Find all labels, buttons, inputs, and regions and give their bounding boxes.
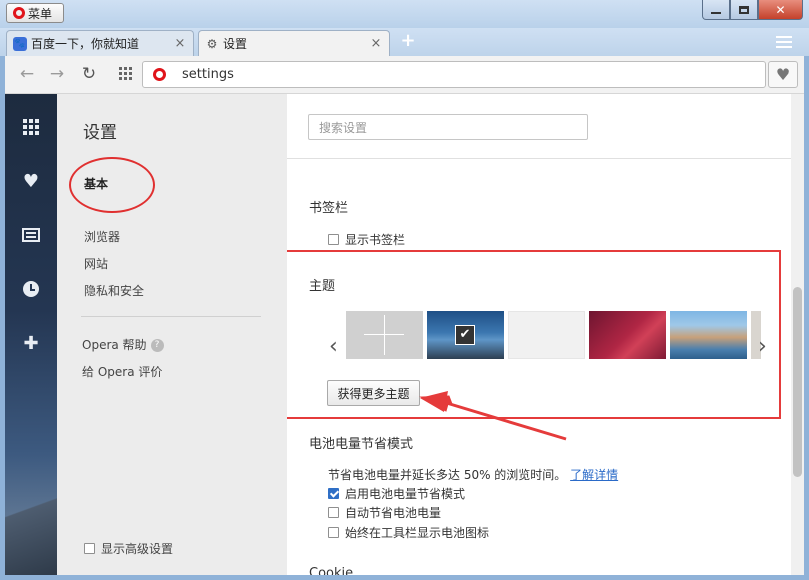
settings-content: 搜索设置 书签栏 显示书签栏 主题 ‹ ✔ › 获得更多主题 电池电量节省模式 … bbox=[287, 94, 791, 575]
theme-thumbnail[interactable] bbox=[670, 311, 747, 359]
bookmark-heart-icon[interactable]: ♥ bbox=[768, 61, 798, 88]
window-frame-bottom bbox=[0, 575, 809, 580]
page-title: 设置 bbox=[83, 123, 117, 143]
tab-close-icon[interactable]: × bbox=[173, 36, 187, 51]
get-more-themes-button[interactable]: 获得更多主题 bbox=[327, 380, 420, 406]
theme-thumbnail-selected[interactable]: ✔ bbox=[427, 311, 504, 359]
maximize-icon bbox=[739, 5, 749, 14]
sidebar: ♥ ✚ bbox=[5, 94, 57, 575]
nav-item-basic[interactable]: 基本 bbox=[84, 175, 108, 192]
battery-description: 节省电池电量并延长多达 50% 的浏览时间。 了解详情 bbox=[328, 466, 618, 483]
section-title-bookmarks: 书签栏 bbox=[309, 201, 349, 216]
nav-item-rate[interactable]: 给 Opera 评价 bbox=[82, 363, 162, 380]
nav-item-browser[interactable]: 浏览器 bbox=[84, 228, 120, 245]
theme-next-icon[interactable]: › bbox=[758, 334, 767, 359]
baidu-paw-icon: 🐾 bbox=[13, 36, 27, 51]
toolbar: ← → ↻ settings ♥ bbox=[5, 56, 804, 94]
opera-logo-icon bbox=[153, 68, 166, 81]
address-bar[interactable]: settings bbox=[142, 61, 766, 88]
menu-label: 菜单 bbox=[28, 6, 53, 21]
address-text: settings bbox=[182, 67, 234, 82]
extensions-puzzle-icon[interactable]: ✚ bbox=[5, 328, 57, 358]
minimize-button[interactable] bbox=[702, 0, 730, 20]
help-question-icon: ? bbox=[150, 339, 164, 352]
checkbox[interactable] bbox=[84, 543, 95, 554]
option-label: 自动节省电池电量 bbox=[345, 506, 442, 520]
tab-title: 设置 bbox=[223, 37, 248, 51]
sidebar-wallpaper bbox=[5, 465, 57, 575]
advanced-settings-toggle[interactable]: 显示高级设置 bbox=[84, 540, 173, 557]
checkbox[interactable] bbox=[328, 527, 339, 538]
checkmark-icon: ✔ bbox=[455, 325, 475, 345]
search-input[interactable]: 搜索设置 bbox=[308, 114, 588, 140]
annotation-circle bbox=[69, 157, 155, 213]
menu-button[interactable]: 菜单 bbox=[6, 3, 64, 23]
speed-dial-icon[interactable] bbox=[5, 112, 57, 142]
tab-close-icon[interactable]: × bbox=[369, 36, 383, 51]
nav-item-help[interactable]: Opera 帮助? bbox=[82, 336, 164, 353]
option-label: 始终在工具栏显示电池图标 bbox=[345, 526, 490, 540]
tab-menu-icon[interactable] bbox=[774, 33, 794, 51]
tab-title: 百度一下，你就知道 bbox=[31, 37, 140, 51]
learn-more-link[interactable]: 了解详情 bbox=[570, 468, 618, 482]
theme-prev-icon[interactable]: ‹ bbox=[329, 334, 338, 359]
speed-dial-icon[interactable] bbox=[119, 67, 132, 80]
option-label: 显示书签栏 bbox=[345, 233, 406, 247]
nav-item-privacy[interactable]: 隐私和安全 bbox=[84, 282, 144, 299]
gear-icon: ⚙ bbox=[206, 36, 218, 51]
checkbox-checked[interactable] bbox=[328, 488, 339, 499]
battery-option-auto[interactable]: 自动节省电池电量 bbox=[328, 504, 441, 521]
settings-nav: 设置 基本 浏览器 网站 隐私和安全 Opera 帮助? 给 Opera 评价 … bbox=[57, 94, 287, 575]
section-title-themes: 主题 bbox=[309, 279, 336, 294]
news-icon[interactable] bbox=[5, 220, 57, 250]
scrollbar-thumb[interactable] bbox=[793, 287, 802, 477]
maximize-button[interactable] bbox=[730, 0, 758, 20]
heart-icon[interactable]: ♥ bbox=[5, 166, 57, 196]
close-icon: ✕ bbox=[775, 2, 786, 17]
checkbox[interactable] bbox=[328, 507, 339, 518]
battery-option-enable[interactable]: 启用电池电量节省模式 bbox=[328, 485, 465, 502]
opera-logo-icon bbox=[13, 7, 25, 19]
window-frame-right bbox=[804, 56, 809, 576]
show-bookmarks-bar-option[interactable]: 显示书签栏 bbox=[328, 231, 405, 248]
history-clock-icon[interactable] bbox=[5, 274, 57, 304]
minimize-icon bbox=[711, 11, 721, 14]
title-bar: 菜单 ✕ bbox=[0, 0, 809, 28]
close-button[interactable]: ✕ bbox=[758, 0, 803, 20]
nav-divider bbox=[81, 316, 261, 317]
checkbox[interactable] bbox=[328, 234, 339, 245]
nav-item-websites[interactable]: 网站 bbox=[84, 255, 108, 272]
theme-thumbnail[interactable] bbox=[589, 311, 666, 359]
new-tab-plus-icon[interactable]: + bbox=[398, 31, 418, 51]
help-label: Opera 帮助 bbox=[82, 338, 147, 352]
browser-window: 菜单 ✕ 🐾 百度一下，你就知道 × ⚙ 设置 × + ← → ↻ settin… bbox=[0, 0, 809, 580]
section-title-cookies: Cookie bbox=[309, 566, 354, 575]
advanced-label: 显示高级设置 bbox=[101, 542, 174, 556]
description-text: 节省电池电量并延长多达 50% 的浏览时间。 bbox=[328, 468, 567, 482]
battery-option-icon[interactable]: 始终在工具栏显示电池图标 bbox=[328, 524, 489, 541]
tab-settings[interactable]: ⚙ 设置 × bbox=[198, 30, 390, 56]
reload-icon[interactable]: ↻ bbox=[79, 64, 99, 84]
option-label: 启用电池电量节省模式 bbox=[345, 487, 466, 501]
theme-thumbnail[interactable] bbox=[508, 311, 585, 359]
section-title-battery: 电池电量节省模式 bbox=[309, 437, 414, 452]
divider bbox=[287, 158, 791, 159]
forward-arrow-icon[interactable]: → bbox=[47, 64, 67, 84]
tab-baidu[interactable]: 🐾 百度一下，你就知道 × bbox=[6, 30, 194, 56]
theme-add-thumbnail[interactable] bbox=[346, 311, 423, 359]
back-arrow-icon[interactable]: ← bbox=[17, 64, 37, 84]
